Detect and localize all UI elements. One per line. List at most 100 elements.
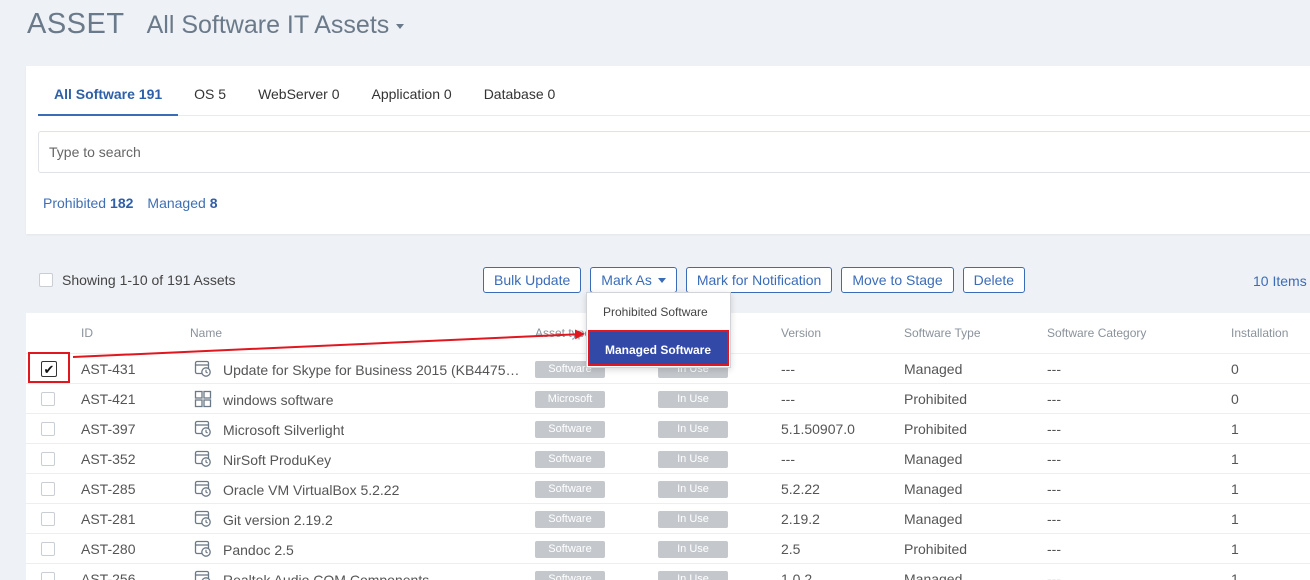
page-title: ASSET [27,8,125,40]
software-category: --- [1047,361,1061,377]
software-type: Prohibited [904,421,968,437]
column-header-asset-type[interactable]: Asset type [535,326,591,340]
status-badge: In Use [658,450,728,468]
asset-type-badge: Microsoft [535,390,605,408]
table-row[interactable]: AST-352 NirSoft ProduKey Software In Use ---… [26,443,1310,473]
row-checkbox[interactable] [41,422,55,436]
table-row[interactable]: AST-256 Realtek Audio COM Components Softw… [26,563,1310,580]
column-header-id[interactable]: ID [81,326,93,340]
software-icon [194,414,212,444]
select-all-checkbox[interactable] [39,273,53,287]
page-header: ASSET All Software IT Assets [27,8,405,41]
asset-id[interactable]: AST-352 [81,444,135,474]
tab-os[interactable]: OS 5 [178,66,242,116]
bulk-update-button[interactable]: Bulk Update [483,267,582,293]
software-type: Managed [904,481,963,497]
installation-count: 0 [1231,361,1239,377]
filter-panel: All Software 191 OS 5 WebServer 0 Applic… [26,66,1310,234]
asset-name[interactable]: Microsoft Silverlight [223,414,344,444]
installation-count: 1 [1231,571,1239,580]
windows-icon [194,384,212,414]
search-input[interactable] [38,131,1310,173]
showing-text: Showing 1-10 of 191 Assets [62,272,236,288]
view-selector[interactable]: All Software IT Assets [147,11,405,40]
software-category: --- [1047,481,1061,497]
filter-prohibited[interactable]: Prohibited 182 [43,195,133,211]
column-header-software-type[interactable]: Software Type [904,326,981,340]
view-selector-label: All Software IT Assets [146,11,390,39]
tab-all-software[interactable]: All Software 191 [38,66,179,116]
asset-id[interactable]: AST-431 [81,354,135,384]
select-all-area: Showing 1-10 of 191 Assets [39,272,236,288]
mark-as-button[interactable]: Mark As [590,267,677,293]
asset-id[interactable]: AST-285 [81,474,135,504]
software-category: --- [1047,511,1061,527]
asset-type-badge: Software [535,480,605,498]
table-row[interactable]: AST-280 Pandoc 2.5 Software In Use 2.5 Prohib… [26,533,1310,563]
software-icon [194,564,212,580]
software-category: --- [1047,541,1061,557]
installation-count: 0 [1231,391,1239,407]
caret-down-icon [396,24,405,29]
mark-for-notification-button[interactable]: Mark for Notification [685,267,833,293]
table-row[interactable]: AST-421 windows software Microsoft In Use --… [26,383,1310,413]
row-checkbox[interactable] [41,392,55,406]
asset-name[interactable]: Realtek Audio COM Components [223,564,429,580]
tab-database[interactable]: Database 0 [468,66,572,116]
delete-button[interactable]: Delete [962,267,1026,293]
software-type: Managed [904,451,963,467]
row-checkbox[interactable] [41,512,55,526]
table-row[interactable]: AST-285 Oracle VM VirtualBox 5.2.22 Softwa… [26,473,1310,503]
column-header-installation[interactable]: Installation [1231,326,1288,340]
menu-item-managed-software[interactable]: Managed Software [588,330,729,366]
asset-name[interactable]: Oracle VM VirtualBox 5.2.22 [223,474,399,504]
tab-bar: All Software 191 OS 5 WebServer 0 Applic… [38,66,1310,116]
software-icon [194,444,212,474]
software-category: --- [1047,391,1061,407]
filter-managed[interactable]: Managed 8 [147,195,217,211]
mark-as-dropdown: Prohibited Software Managed Software [586,292,731,368]
asset-name[interactable]: windows software [223,384,334,414]
asset-name[interactable]: Pandoc 2.5 [223,534,294,564]
status-badge: In Use [658,540,728,558]
software-type: Prohibited [904,391,968,407]
items-per-page[interactable]: 10 Items [1253,273,1307,289]
column-header-name[interactable]: Name [190,326,222,340]
table-row[interactable]: AST-397 Microsoft Silverlight Software In U… [26,413,1310,443]
asset-id[interactable]: AST-421 [81,384,135,414]
action-toolbar: Bulk Update Mark As Mark for Notificatio… [483,267,1034,293]
installation-count: 1 [1231,451,1239,467]
table-row[interactable]: AST-281 Git version 2.19.2 Software In Use 2… [26,503,1310,533]
software-icon [194,534,212,564]
asset-name[interactable]: Git version 2.19.2 [223,504,333,534]
status-badge: In Use [658,480,728,498]
asset-type-badge: Software [535,540,605,558]
asset-name[interactable]: Update for Skype for Business 2015 (KB44… [223,354,523,384]
row-checkbox[interactable] [41,572,55,580]
menu-item-prohibited-software[interactable]: Prohibited Software [587,293,732,331]
software-type: Managed [904,571,963,580]
column-header-version[interactable]: Version [781,326,821,340]
software-type: Managed [904,361,963,377]
asset-id[interactable]: AST-281 [81,504,135,534]
software-icon [194,474,212,504]
software-type: Managed [904,511,963,527]
asset-type-badge: Software [535,420,605,438]
tab-application[interactable]: Application 0 [356,66,468,116]
move-to-stage-button[interactable]: Move to Stage [841,267,954,293]
column-header-software-category[interactable]: Software Category [1047,326,1146,340]
installation-count: 1 [1231,481,1239,497]
tab-webserver[interactable]: WebServer 0 [242,66,355,116]
asset-id[interactable]: AST-280 [81,534,135,564]
installation-count: 1 [1231,541,1239,557]
asset-id[interactable]: AST-397 [81,414,135,444]
status-badge: In Use [658,390,728,408]
status-badge: In Use [658,510,728,528]
row-checkbox[interactable] [41,482,55,496]
row-checkbox[interactable] [41,452,55,466]
version: --- [781,391,795,407]
version: 2.5 [781,541,801,557]
asset-id[interactable]: AST-256 [81,564,135,580]
row-checkbox[interactable] [41,542,55,556]
asset-name[interactable]: NirSoft ProduKey [223,444,331,474]
